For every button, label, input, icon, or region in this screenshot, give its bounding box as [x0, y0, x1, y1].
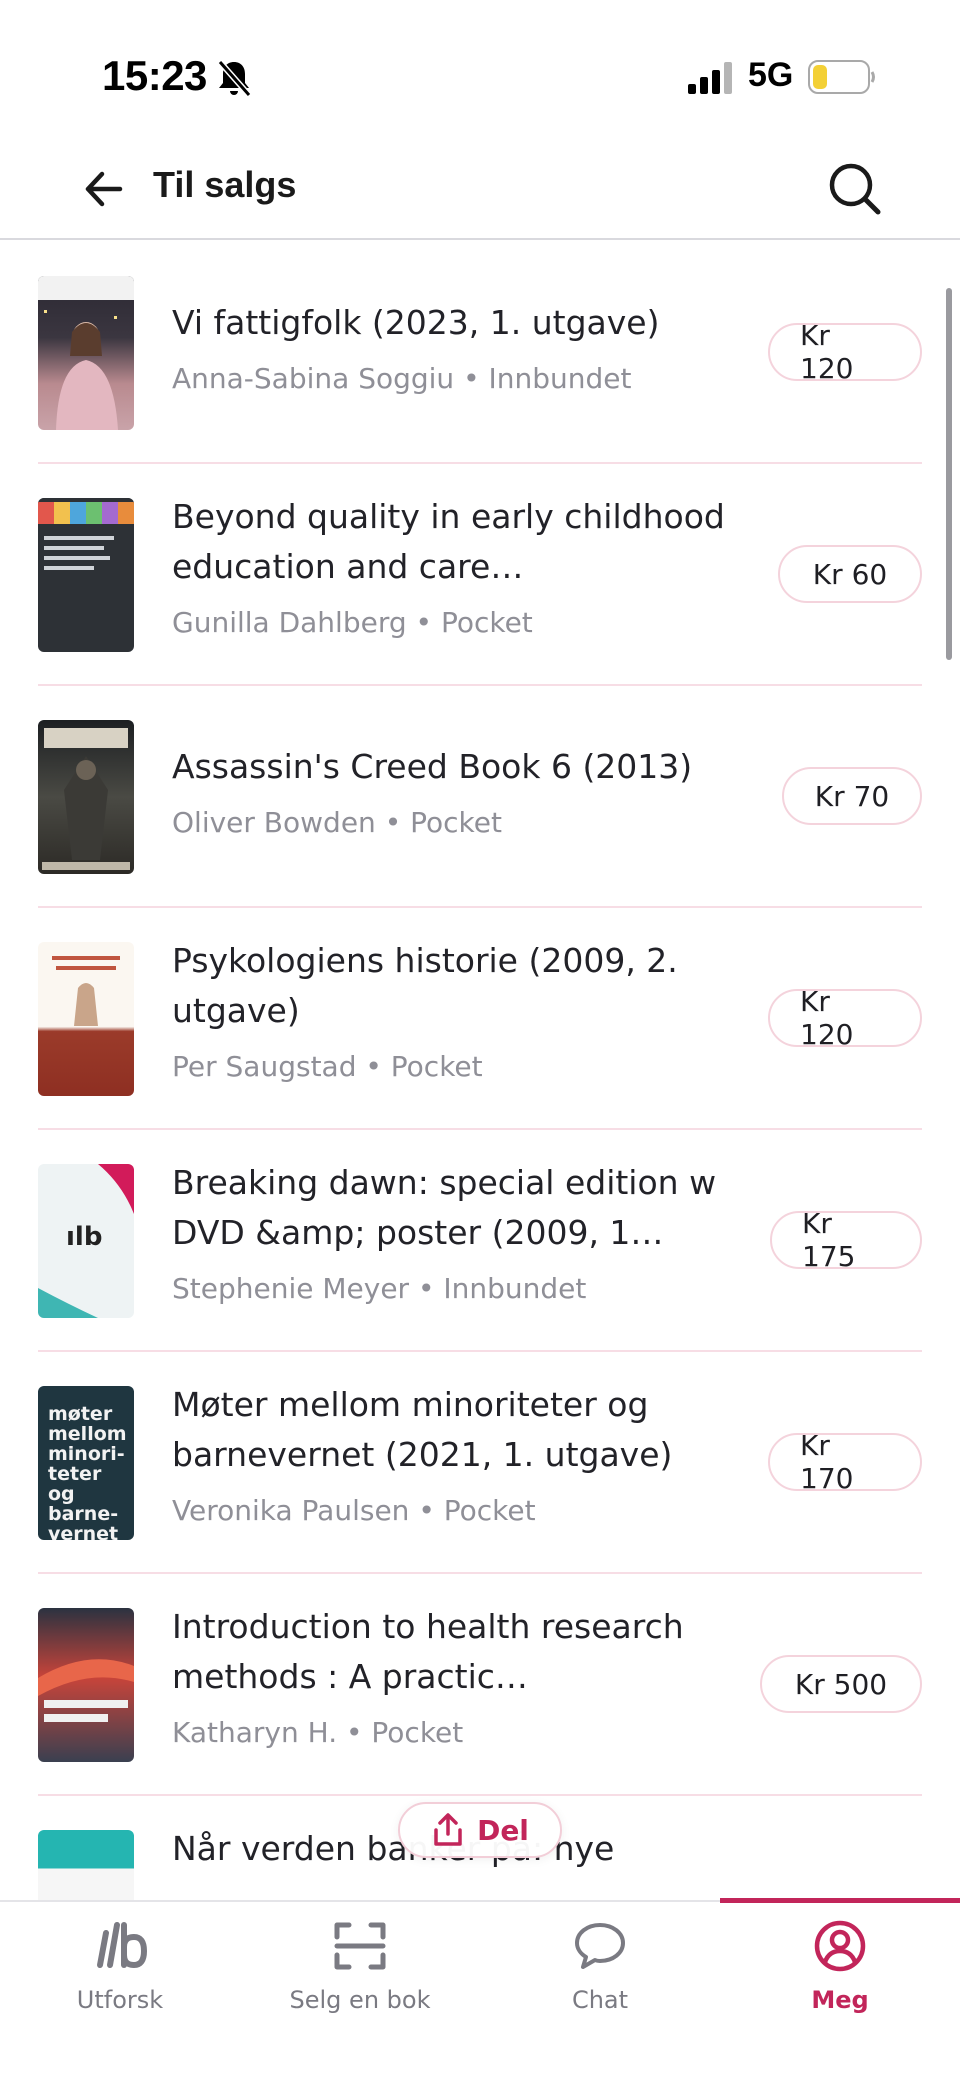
share-icon — [434, 1813, 462, 1846]
book-cover: møter mellom minori- teter og barne- ver… — [38, 1386, 134, 1540]
list-item[interactable]: Psykologiens historie (2009, 2. utgave) … — [0, 908, 960, 1130]
nav-label: Selg en bok — [289, 1986, 431, 2014]
book-meta: Katharyn H. • Pocket — [172, 1716, 464, 1749]
cover-art — [38, 1659, 134, 1722]
book-title: Vi fattigfolk (2023, 1. utgave) — [172, 303, 660, 342]
list-item[interactable]: ılb Breaking dawn: special edition w DVD… — [0, 1130, 960, 1352]
scan-icon — [330, 1916, 390, 1976]
book-title: Breaking dawn: special edition w DVD &am… — [172, 1163, 717, 1252]
status-time: 15:23 — [102, 52, 207, 99]
cover-logo-text: ılb — [66, 1222, 103, 1252]
book-cover — [38, 720, 134, 874]
signal-icon — [688, 62, 732, 94]
price-badge[interactable]: Kr 120 — [768, 985, 922, 1051]
price-badge[interactable]: Kr 500 — [760, 1655, 922, 1713]
book-cover — [38, 1608, 134, 1762]
nav-item-utforsk[interactable]: Utforsk — [0, 1916, 240, 2036]
arrow-left-icon[interactable] — [80, 164, 130, 214]
list-item[interactable]: Beyond quality in early childhood educat… — [0, 464, 960, 686]
book-meta: Oliver Bowden • Pocket — [172, 806, 502, 839]
search-icon[interactable] — [826, 160, 884, 218]
nav-item-selg-en-bok[interactable]: Selg en bok — [240, 1916, 480, 2036]
cover-art — [38, 276, 134, 430]
price-badge[interactable]: Kr 70 — [782, 767, 922, 825]
cover-art — [42, 728, 130, 870]
book-meta: Stephenie Meyer • Innbundet — [172, 1272, 587, 1305]
scrollbar[interactable] — [946, 288, 952, 660]
page-title: Til salgs — [153, 164, 297, 205]
book-cover — [38, 1830, 134, 1902]
book-title: Assassin's Creed Book 6 (2013) — [172, 747, 693, 786]
cover-text: møter mellom minori- teter og barne- ver… — [48, 1403, 127, 1540]
cover-art — [38, 498, 134, 570]
price-badge[interactable]: Kr 120 — [768, 319, 922, 385]
bottom-nav: Utforsk Selg en bok Chat Meg — [0, 1898, 960, 2087]
active-tab-indicator — [720, 1898, 960, 1903]
app-header: Til salgs — [0, 150, 960, 240]
book-title: Møter mellom minoriteter og barnevernet … — [172, 1385, 673, 1474]
nav-label: Meg — [811, 1986, 869, 2014]
chat-bubble-icon — [570, 1916, 630, 1976]
book-list: Vi fattigfolk (2023, 1. utgave) Anna-Sab… — [0, 242, 960, 1902]
profile-icon — [810, 1916, 870, 1976]
book-cover — [38, 276, 134, 430]
book-meta: Per Saugstad • Pocket — [172, 1050, 483, 1083]
book-meta: Anna-Sabina Soggiu • Innbundet — [172, 362, 632, 395]
book-cover — [38, 498, 134, 652]
share-button[interactable]: Del — [398, 1802, 562, 1858]
book-title: Beyond quality in early childhood educat… — [172, 497, 725, 586]
book-cover: ılb — [38, 1164, 134, 1318]
book-title: Psykologiens historie (2009, 2. utgave) — [172, 941, 678, 1030]
list-item[interactable]: Introduction to health research methods … — [0, 1574, 960, 1796]
status-bar: 15:23 5G — [0, 0, 960, 150]
logo-icon — [90, 1916, 150, 1976]
nav-label: Utforsk — [76, 1986, 164, 2014]
book-meta: Gunilla Dahlberg • Pocket — [172, 606, 533, 639]
price-badge[interactable]: Kr 60 — [778, 545, 922, 603]
book-meta: Veronika Paulsen • Pocket — [172, 1494, 536, 1527]
nav-item-chat[interactable]: Chat — [480, 1916, 720, 2036]
battery-icon — [808, 60, 875, 94]
network-label: 5G — [748, 56, 794, 94]
nav-label: Chat — [571, 1986, 629, 2014]
share-label: Del — [477, 1813, 529, 1847]
list-item[interactable]: Vi fattigfolk (2023, 1. utgave) Anna-Sab… — [0, 242, 960, 464]
price-badge[interactable]: Kr 175 — [770, 1207, 922, 1273]
book-title: Introduction to health research methods … — [172, 1607, 684, 1696]
list-item[interactable]: møter mellom minori- teter og barne- ver… — [0, 1352, 960, 1574]
cover-art — [52, 956, 120, 1026]
price-badge[interactable]: Kr 170 — [768, 1429, 922, 1495]
list-item[interactable]: Assassin's Creed Book 6 (2013) Oliver Bo… — [0, 686, 960, 908]
book-cover — [38, 942, 134, 1096]
bell-off-icon — [217, 60, 252, 97]
nav-item-meg[interactable]: Meg — [720, 1916, 960, 2036]
